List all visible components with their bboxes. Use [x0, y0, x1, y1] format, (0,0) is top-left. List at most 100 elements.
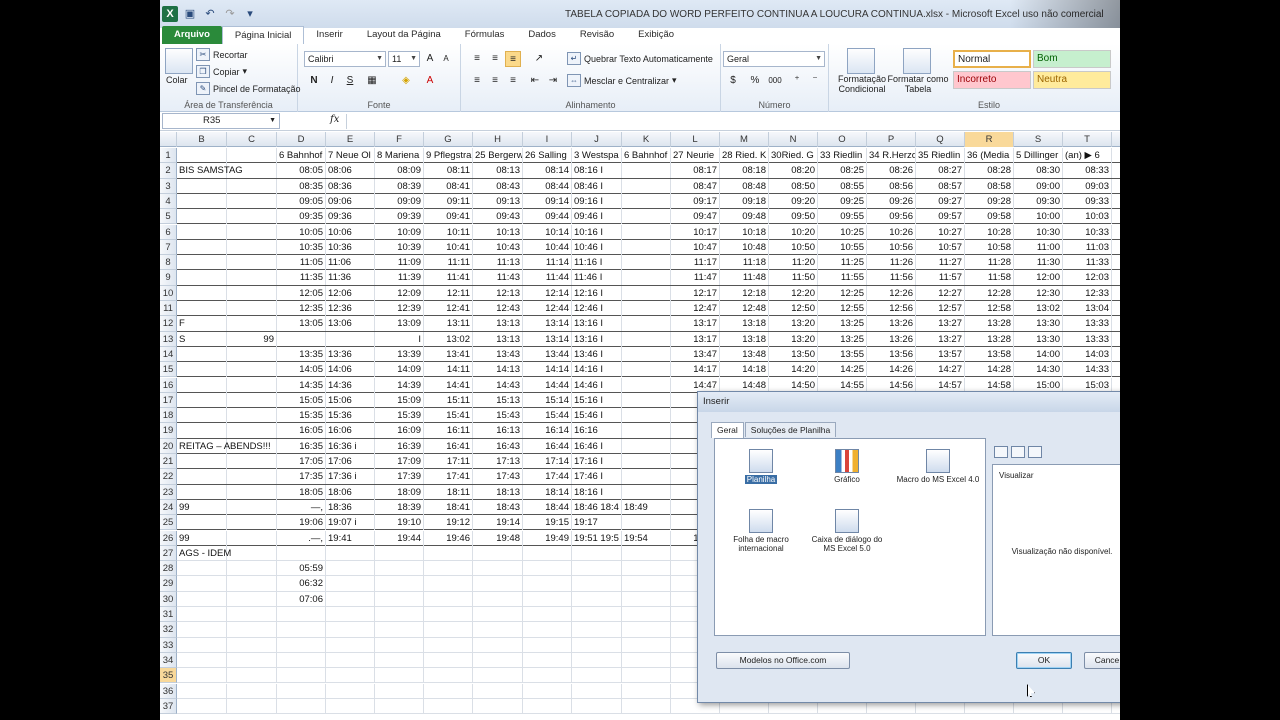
cell-h30[interactable]	[473, 591, 523, 607]
cell-e37[interactable]	[326, 698, 375, 714]
cell-q13[interactable]: 13:27	[916, 331, 965, 347]
template-dialog-sheet[interactable]: Caixa de diálogo do MS Excel 5.0	[807, 509, 887, 553]
cell-i22[interactable]: 17:44	[523, 469, 572, 485]
cell-m4[interactable]: 09:18	[720, 193, 769, 209]
cell-k34[interactable]	[622, 652, 671, 668]
row-header-32[interactable]: 32	[160, 622, 177, 638]
decrease-indent-icon[interactable]: ⇤	[527, 73, 543, 89]
cell-h7[interactable]: 10:43	[473, 239, 523, 255]
cell-h15[interactable]: 14:13	[473, 362, 523, 378]
cell-i10[interactable]: 12:14	[523, 285, 572, 301]
cell-q9[interactable]: 11:57	[916, 270, 965, 286]
row-header-23[interactable]: 23	[160, 484, 177, 500]
cell-j19[interactable]: 16:16	[572, 423, 622, 439]
select-all-corner[interactable]	[160, 132, 177, 147]
cell-h25[interactable]: 19:14	[473, 515, 523, 531]
row-header-12[interactable]: 12	[160, 316, 177, 332]
cell-j9[interactable]: 11:46 I	[572, 270, 622, 286]
cell-g36[interactable]	[424, 683, 473, 699]
cell-b31[interactable]	[177, 607, 227, 622]
cell-q10[interactable]: 12:27	[916, 285, 965, 301]
cell-h3[interactable]: 08:43	[473, 178, 523, 194]
cell-c37[interactable]	[227, 698, 277, 714]
cell-c8[interactable]	[227, 255, 277, 271]
cell-j3[interactable]: 08:46 I	[572, 178, 622, 194]
cell-f11[interactable]: 12:39	[375, 301, 424, 316]
cell-f27[interactable]	[375, 545, 424, 561]
cell-l15[interactable]: 14:17	[671, 362, 720, 378]
cell-p13[interactable]: 13:26	[867, 331, 916, 347]
row-header-11[interactable]: 11	[160, 301, 177, 317]
cell-d7[interactable]: 10:35	[277, 239, 326, 255]
underline-button[interactable]: S	[342, 73, 358, 89]
cell-c7[interactable]	[227, 239, 277, 255]
cell-m10[interactable]: 12:18	[720, 285, 769, 301]
conditional-format-icon[interactable]	[847, 48, 875, 74]
cell-g11[interactable]: 12:41	[424, 301, 473, 316]
cell-g2[interactable]: 08:11	[424, 163, 473, 179]
cell-g4[interactable]: 09:11	[424, 193, 473, 209]
cell-n13[interactable]: 13:20	[769, 331, 818, 347]
cell-f22[interactable]: 17:39	[375, 469, 424, 485]
cell-f36[interactable]	[375, 683, 424, 699]
row-header-4[interactable]: 4	[160, 193, 177, 210]
cell-f9[interactable]: 11:39	[375, 270, 424, 286]
column-header-k[interactable]: K	[622, 132, 671, 147]
cell-m8[interactable]: 11:18	[720, 255, 769, 271]
cell-g23[interactable]: 18:11	[424, 484, 473, 500]
cell-b8[interactable]	[177, 255, 227, 271]
cell-d33[interactable]	[277, 637, 326, 653]
cell-b34[interactable]	[177, 652, 227, 668]
cell-l11[interactable]: 12:47	[671, 301, 720, 316]
cell-t13[interactable]: 13:33	[1063, 331, 1112, 347]
cell-c6[interactable]	[227, 224, 277, 240]
cell-n3[interactable]: 08:50	[769, 178, 818, 194]
cell-b3[interactable]	[177, 178, 227, 194]
cell-k21[interactable]	[622, 454, 671, 469]
cell-f33[interactable]	[375, 637, 424, 653]
row-header-35[interactable]: 35	[160, 668, 177, 684]
cell-q2[interactable]: 08:27	[916, 163, 965, 179]
cell-s15[interactable]: 14:30	[1014, 362, 1063, 378]
cell-n15[interactable]: 14:20	[769, 362, 818, 378]
cell-g8[interactable]: 11:11	[424, 255, 473, 271]
cell-s9[interactable]: 12:00	[1014, 270, 1063, 286]
cell-c21[interactable]	[227, 454, 277, 469]
cell-e14[interactable]: 13:36	[326, 346, 375, 362]
cell-g12[interactable]: 13:11	[424, 316, 473, 332]
column-header-d[interactable]: D	[277, 132, 326, 147]
tab-layout[interactable]: Layout da Página	[355, 26, 453, 44]
cell-s14[interactable]: 14:00	[1014, 346, 1063, 362]
cell-i18[interactable]: 15:44	[523, 408, 572, 424]
cell-c17[interactable]	[227, 392, 277, 408]
cell-t5[interactable]: 10:03	[1063, 209, 1112, 225]
cell-r11[interactable]: 12:58	[965, 301, 1014, 316]
cell-j10[interactable]: 12:16 I	[572, 285, 622, 301]
cell-g9[interactable]: 11:41	[424, 270, 473, 286]
cell-m2[interactable]: 08:18	[720, 163, 769, 179]
cell-r15[interactable]: 14:28	[965, 362, 1014, 378]
cell-c1[interactable]	[227, 148, 277, 163]
cell-e32[interactable]	[326, 622, 375, 638]
cell-h19[interactable]: 16:13	[473, 423, 523, 439]
cell-s6[interactable]: 10:30	[1014, 224, 1063, 240]
cell-b26[interactable]: 99	[177, 530, 227, 546]
cell-f10[interactable]: 12:09	[375, 285, 424, 301]
cell-i5[interactable]: 09:44	[523, 209, 572, 225]
cell-g1[interactable]: 9 Pflegstra	[424, 148, 473, 163]
row-header-33[interactable]: 33	[160, 637, 177, 653]
cell-j23[interactable]: 18:16 I	[572, 484, 622, 500]
cell-s13[interactable]: 13:30	[1014, 331, 1063, 347]
tab-dados[interactable]: Dados	[516, 26, 567, 44]
cell-m6[interactable]: 10:18	[720, 224, 769, 240]
cell-j27[interactable]	[572, 545, 622, 561]
cell-p9[interactable]: 11:56	[867, 270, 916, 286]
cell-i26[interactable]: 19:49	[523, 530, 572, 546]
cell-t2[interactable]: 08:33	[1063, 163, 1112, 179]
cell-o3[interactable]: 08:55	[818, 178, 867, 194]
cell-j22[interactable]: 17:46 I	[572, 469, 622, 485]
paste-button[interactable]: Colar	[166, 75, 188, 85]
cell-d32[interactable]	[277, 622, 326, 638]
cell-l5[interactable]: 09:47	[671, 209, 720, 225]
cell-q3[interactable]: 08:57	[916, 178, 965, 194]
